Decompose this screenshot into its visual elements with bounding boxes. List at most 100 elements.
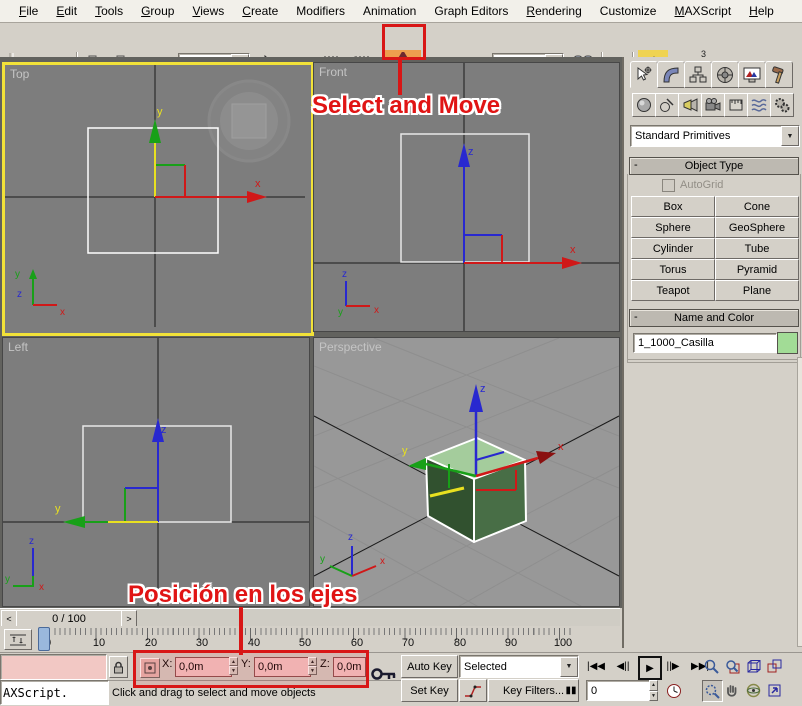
- y-coord-spinner[interactable]: ▲▼: [308, 657, 317, 675]
- viewport-left[interactable]: Left z y z y x: [2, 337, 310, 607]
- viewport-perspective[interactable]: Perspective: [313, 337, 620, 607]
- ruler-90: 90: [505, 637, 517, 649]
- auto-key-button[interactable]: Auto Key: [401, 655, 458, 678]
- object-type-cylinder[interactable]: Cylinder: [631, 238, 715, 259]
- primitives-category-dropdown[interactable]: Standard Primitives ▼: [630, 125, 800, 147]
- category-geometry[interactable]: [632, 93, 656, 117]
- category-helpers[interactable]: [724, 93, 748, 117]
- viewport-top-label[interactable]: Top: [10, 67, 29, 81]
- default-tangent-curve-icon[interactable]: [459, 679, 487, 702]
- zoom-extents-icon[interactable]: [744, 656, 763, 676]
- viewport-left-label[interactable]: Left: [8, 340, 28, 354]
- svg-text:z: z: [161, 424, 167, 436]
- absolute-mode-toggle[interactable]: [140, 658, 160, 678]
- play-button[interactable]: ▶: [638, 656, 662, 680]
- tab-modify[interactable]: [657, 61, 685, 88]
- tab-display[interactable]: [738, 61, 766, 88]
- category-shapes[interactable]: [655, 93, 679, 117]
- svg-text:z: z: [17, 289, 22, 300]
- menu-file[interactable]: File: [10, 1, 47, 21]
- tab-motion[interactable]: [711, 61, 739, 88]
- selection-set-value: Selected: [460, 661, 560, 673]
- object-type-sphere[interactable]: Sphere: [631, 217, 715, 238]
- name-color-rollout-header[interactable]: - Name and Color: [629, 309, 799, 327]
- min-max-toggle-icon[interactable]: [765, 680, 784, 700]
- chevron-down-icon[interactable]: ▼: [560, 657, 578, 677]
- category-lights[interactable]: [678, 93, 702, 117]
- name-color-rollout-body: 1_1000_Casilla: [627, 326, 801, 363]
- viewport-perspective-label[interactable]: Perspective: [319, 340, 382, 354]
- region-zoom-icon[interactable]: [702, 680, 723, 702]
- menu-customize[interactable]: Customize: [591, 1, 666, 21]
- current-frame-field[interactable]: 0: [586, 680, 652, 701]
- goto-start-button[interactable]: |◀◀: [584, 657, 608, 676]
- arc-rotate-icon[interactable]: [744, 680, 763, 700]
- svg-text:y: y: [55, 503, 61, 515]
- track-bar[interactable]: 0 10 20 30 40 50 60 70 80 90 100: [0, 626, 620, 652]
- zoom-icon[interactable]: [702, 656, 721, 676]
- pan-hand-icon[interactable]: [723, 680, 742, 700]
- y-coord-label: Y:: [241, 658, 251, 670]
- ruler-30: 30: [196, 637, 208, 649]
- selection-lock-icon[interactable]: [109, 656, 128, 678]
- menu-views[interactable]: Views: [183, 1, 233, 21]
- viewport-front-label[interactable]: Front: [319, 65, 347, 79]
- viewport-top[interactable]: Top y x y x z: [2, 62, 314, 336]
- menu-create[interactable]: Create: [233, 1, 287, 21]
- tab-utilities[interactable]: [765, 61, 793, 88]
- set-key-button[interactable]: Set Key: [401, 679, 458, 702]
- chevron-down-icon[interactable]: ▼: [781, 126, 799, 146]
- tab-create[interactable]: [630, 61, 658, 88]
- menu-help[interactable]: Help: [740, 1, 783, 21]
- svg-text:x: x: [380, 556, 385, 567]
- open-mini-curve-editor-button[interactable]: [4, 629, 32, 650]
- object-type-teapot[interactable]: Teapot: [631, 280, 715, 301]
- panel-scrollbar[interactable]: [797, 357, 802, 647]
- svg-text:z: z: [348, 532, 353, 543]
- z-coord-field[interactable]: 0,0m: [333, 657, 366, 677]
- object-color-swatch[interactable]: [777, 332, 798, 354]
- category-systems[interactable]: [770, 93, 794, 117]
- object-type-geosphere[interactable]: GeoSphere: [715, 217, 799, 238]
- time-slider-bar: < 0 / 100 >: [0, 608, 620, 627]
- primitives-category-value: Standard Primitives: [631, 130, 781, 142]
- next-frame-button[interactable]: ||▶: [662, 657, 684, 676]
- object-type-plane[interactable]: Plane: [715, 280, 799, 301]
- x-coord-field[interactable]: 0,0m: [175, 657, 232, 677]
- svg-text:y: y: [402, 445, 408, 457]
- menu-group[interactable]: Group: [132, 1, 183, 21]
- object-type-pyramid[interactable]: Pyramid: [715, 259, 799, 280]
- key-mode-toggle[interactable]: ▮▮: [560, 681, 582, 700]
- menu-rendering[interactable]: Rendering: [517, 1, 590, 21]
- time-configuration-icon[interactable]: [663, 680, 685, 701]
- object-type-torus[interactable]: Torus: [631, 259, 715, 280]
- tab-hierarchy[interactable]: [684, 61, 712, 88]
- y-coord-field[interactable]: 0,0m: [254, 657, 311, 677]
- menu-maxscript[interactable]: MAXScript: [665, 1, 740, 21]
- menu-edit[interactable]: Edit: [47, 1, 86, 21]
- selection-set-dropdown[interactable]: Selected ▼: [459, 655, 579, 678]
- object-type-cone[interactable]: Cone: [715, 196, 799, 217]
- menu-graph-editors[interactable]: Graph Editors: [425, 1, 517, 21]
- 3dsmax-window: { "menu": {"items": ["File","Edit","Tool…: [0, 0, 802, 705]
- menu-tools[interactable]: Tools: [86, 1, 132, 21]
- object-type-box[interactable]: Box: [631, 196, 715, 217]
- autogrid-checkbox[interactable]: [662, 179, 675, 192]
- current-frame-marker[interactable]: [38, 627, 50, 651]
- object-type-tube[interactable]: Tube: [715, 238, 799, 259]
- object-name-field[interactable]: 1_1000_Casilla: [633, 333, 777, 353]
- viewport-front[interactable]: Front z x z x y: [313, 62, 620, 332]
- maxscript-mini-listener-pink[interactable]: [0, 654, 107, 680]
- menu-animation[interactable]: Animation: [354, 1, 425, 21]
- prev-frame-button[interactable]: ◀||: [612, 657, 634, 676]
- maxscript-mini-listener-white[interactable]: AXScript.: [0, 680, 109, 705]
- category-cameras[interactable]: [701, 93, 725, 117]
- zoom-all-icon[interactable]: [723, 656, 742, 676]
- frame-spinner[interactable]: ▲▼: [649, 680, 658, 701]
- object-type-rollout-header[interactable]: - Object Type: [629, 157, 799, 175]
- category-space-warps[interactable]: [747, 93, 771, 117]
- zoom-extents-all-icon[interactable]: [765, 656, 784, 676]
- x-coord-spinner[interactable]: ▲▼: [229, 657, 238, 675]
- menu-modifiers[interactable]: Modifiers: [287, 1, 354, 21]
- object-type-title: Object Type: [685, 160, 744, 172]
